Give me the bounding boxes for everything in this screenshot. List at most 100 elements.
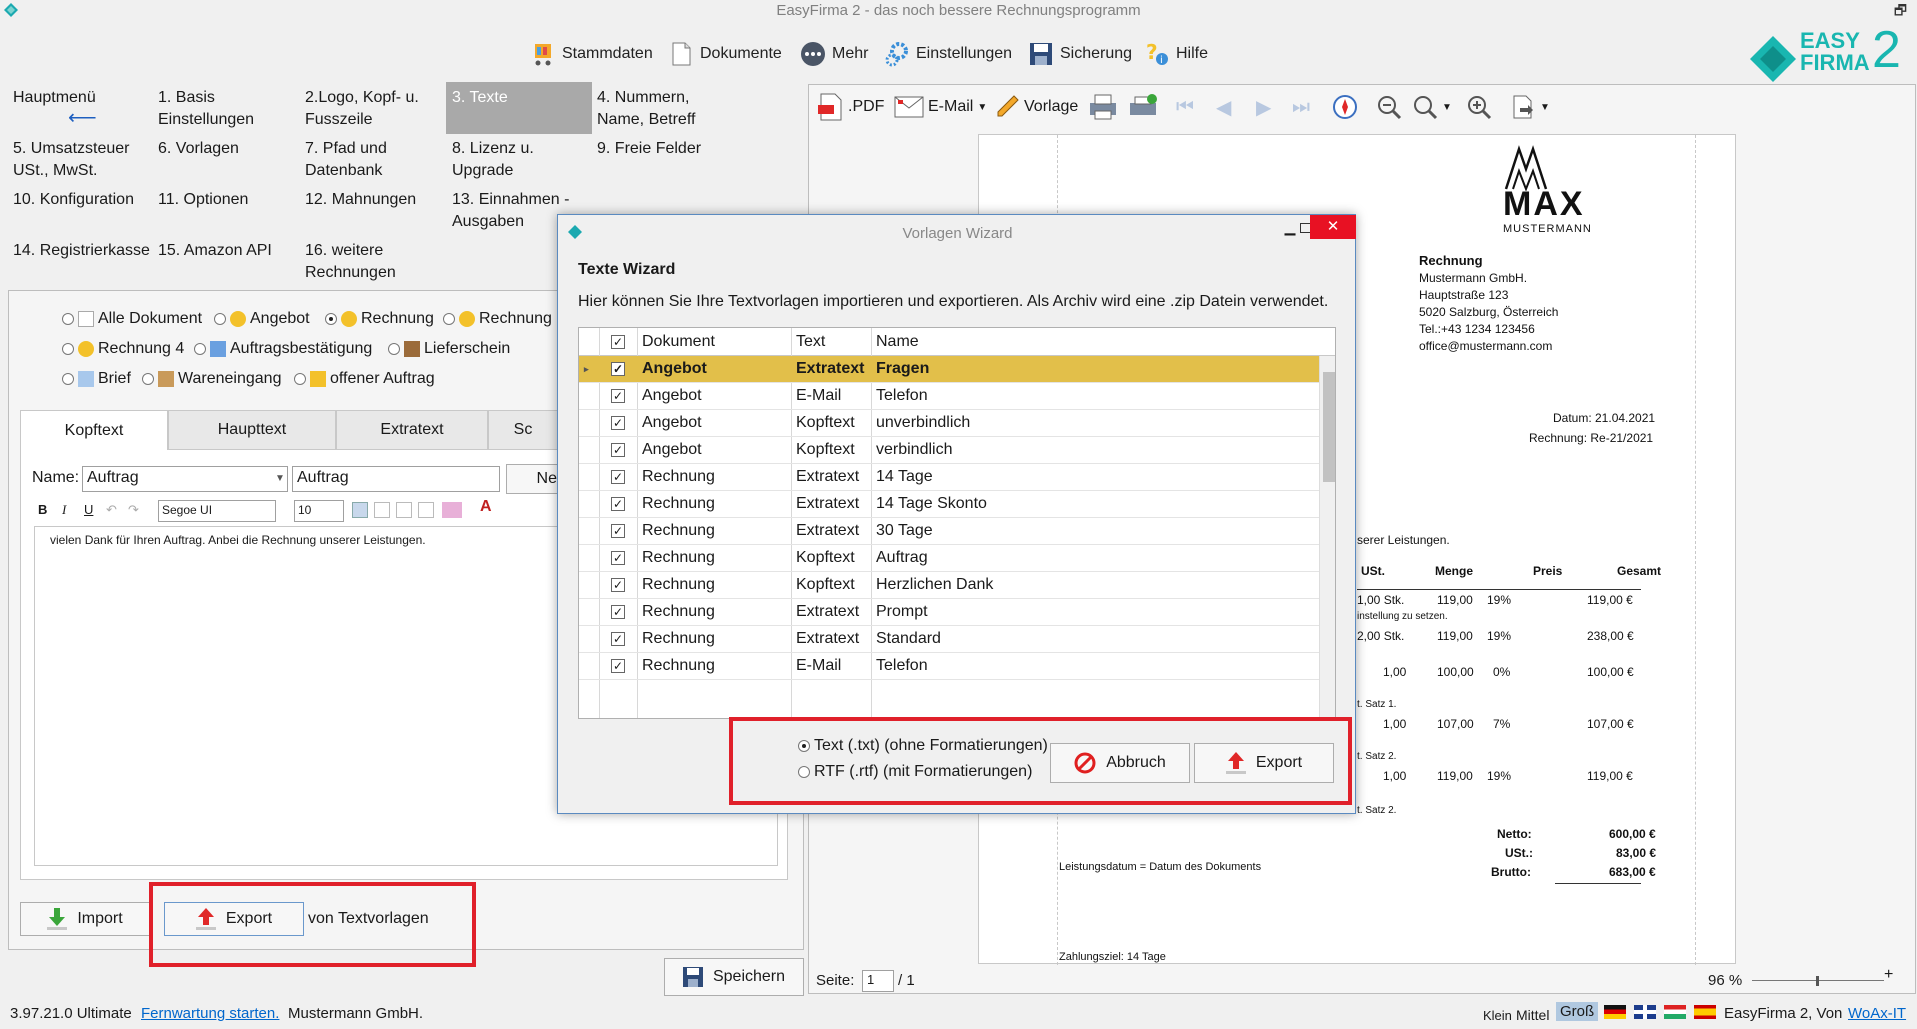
nav-basis[interactable]: 1. Basis Einstellungen [158,87,288,131]
flag-es-icon[interactable] [1694,1005,1716,1019]
tab-kopftext[interactable]: Kopftext [20,410,168,450]
radio[interactable] [142,373,154,385]
filter-lieferschein[interactable]: Lieferschein [388,340,510,358]
flag-hu-icon[interactable] [1664,1005,1686,1019]
navigate-button[interactable] [1332,92,1358,122]
radio[interactable] [388,343,400,355]
row-checkbox[interactable]: ✓ [611,524,625,538]
tab-sc[interactable]: Sc [488,410,558,450]
nav-lizenz[interactable]: 8. Lizenz u. Upgrade [452,138,562,182]
zoom-slider-thumb[interactable] [1816,976,1819,986]
row-checkbox[interactable]: ✓ [611,659,625,673]
name-select[interactable]: Auftrag [82,466,288,492]
align-right-icon[interactable] [396,502,412,518]
grid-row[interactable]: ▸ ✓ Angebot Extratext Fragen [579,356,1319,383]
align-center-icon[interactable] [374,502,390,518]
zoom-in-button[interactable] [1466,92,1492,122]
nav-vorlagen[interactable]: 6. Vorlagen [158,138,239,160]
size-mid-button[interactable]: Mittel [1516,1007,1549,1023]
align-left-icon[interactable] [352,502,368,518]
grid-row[interactable]: ✓ Rechnung Kopftext Auftrag [579,545,1319,572]
size-select[interactable]: 10 [294,500,344,522]
vorlage-button[interactable]: Vorlage [994,92,1078,122]
menu-hilfe[interactable]: ? i Hilfe [1144,38,1208,70]
grid-row[interactable]: ✓ Angebot E-Mail Telefon [579,383,1319,410]
scrollbar-thumb[interactable] [1323,372,1335,482]
select-all-checkbox[interactable]: ✓ [611,335,625,349]
tab-haupttext[interactable]: Haupttext [168,410,336,450]
nav-konfiguration[interactable]: 10. Konfiguration [13,189,134,211]
grid-row[interactable]: ✓ Angebot Kopftext verbindlich [579,437,1319,464]
pdf-button[interactable]: .PDF [818,92,884,122]
close-button[interactable]: ✕ [1310,215,1356,239]
woax-link[interactable]: WoAx-IT [1848,1005,1906,1022]
nav-freie-felder[interactable]: 9. Freie Felder [597,138,701,160]
grid-row[interactable]: ✓ Rechnung Kopftext Herzlichen Dank [579,572,1319,599]
chevron-down-icon[interactable]: ▼ [272,467,288,491]
save-button[interactable]: Speichern [664,958,804,996]
filter-rechnung[interactable]: Rechnung [325,310,434,328]
filter-wareneingang[interactable]: Wareneingang [142,370,281,388]
radio[interactable] [443,313,455,325]
export-doc-button[interactable]: ▼ [1510,92,1550,122]
nav-nummern[interactable]: 4. Nummern, Name, Betreff [597,87,717,131]
filter-brief[interactable]: Brief [62,370,131,388]
flag-uk-icon[interactable] [1634,1005,1656,1019]
grid-row[interactable]: ✓ Rechnung Extratext 30 Tage [579,518,1319,545]
zoom-out-button[interactable] [1376,92,1402,122]
underline-button[interactable]: U [84,502,93,517]
radio[interactable] [62,373,74,385]
last-page-icon[interactable]: ⏭ [1292,92,1310,122]
nav-amazon[interactable]: 15. Amazon API [158,240,272,262]
print-settings-button[interactable] [1128,92,1158,122]
nav-texte[interactable]: 3. Texte [446,82,592,134]
filter-offener-auftrag[interactable]: offener Auftrag [294,370,435,388]
grid-row[interactable]: ✓ Rechnung Extratext Standard [579,626,1319,653]
row-checkbox[interactable]: ✓ [611,605,625,619]
remote-support-link[interactable]: Fernwartung starten. [141,1005,279,1022]
new-button[interactable]: Ne [506,464,558,494]
row-checkbox[interactable]: ✓ [611,578,625,592]
menu-stammdaten[interactable]: Stammdaten [530,38,653,70]
radio[interactable] [294,373,306,385]
zoom-plus-icon[interactable]: + [1884,966,1893,984]
page-input[interactable]: 1 [862,970,894,992]
menu-dokumente[interactable]: Dokumente [668,38,782,70]
row-checkbox[interactable]: ✓ [611,632,625,646]
justify-icon[interactable] [418,502,434,518]
template-grid[interactable]: ✓ Dokument Text Name ▸ ✓ Angebot Extratext F… [578,327,1336,719]
radio-selected[interactable] [325,313,337,325]
nav-pfad[interactable]: 7. Pfad und Datenbank [305,138,415,182]
row-checkbox[interactable]: ✓ [611,443,625,457]
row-checkbox[interactable]: ✓ [611,389,625,403]
size-big-button[interactable]: Groß [1556,1002,1599,1021]
nav-logo[interactable]: 2.Logo, Kopf- u. Fusszeile [305,87,435,131]
row-checkbox[interactable]: ✓ [611,362,625,376]
highlight-icon[interactable] [442,502,462,518]
grid-row[interactable]: ✓ Rechnung Extratext 14 Tage Skonto [579,491,1319,518]
import-button[interactable]: Import [20,902,150,936]
font-color-icon[interactable]: A [480,498,492,516]
redo-icon[interactable]: ↷ [128,502,139,518]
undo-icon[interactable]: ↶ [106,502,117,518]
grid-scrollbar[interactable] [1319,356,1335,718]
zoom-slider[interactable] [1752,976,1884,986]
nav-registrierkasse[interactable]: 14. Registrierkasse [13,240,150,262]
email-button[interactable]: E-Mail ▼ [894,92,987,122]
row-checkbox[interactable]: ✓ [611,497,625,511]
size-small-button[interactable]: Klein [1483,1008,1512,1023]
back-arrow-icon[interactable]: ⟵ [68,107,97,129]
grid-row[interactable]: ✓ Rechnung Extratext 14 Tage [579,464,1319,491]
nav-umsatzsteuer[interactable]: 5. Umsatzsteuer USt., MwSt. [13,138,153,182]
menu-sicherung[interactable]: Sicherung [1028,38,1132,70]
row-checkbox[interactable]: ✓ [611,470,625,484]
prev-page-icon[interactable]: ◀ [1216,92,1231,122]
grid-row[interactable]: ✓ Angebot Kopftext unverbindlich [579,410,1319,437]
name-input[interactable]: Auftrag [292,466,500,492]
filter-alle[interactable]: Alle Dokument [62,310,202,328]
nav-weitere[interactable]: 16. weitere Rechnungen [305,240,415,284]
nav-main-menu[interactable]: Hauptmenü [13,87,96,109]
menu-einstellungen[interactable]: Einstellungen [884,38,1012,70]
print-button[interactable] [1088,92,1118,122]
flag-de-icon[interactable] [1604,1005,1626,1019]
